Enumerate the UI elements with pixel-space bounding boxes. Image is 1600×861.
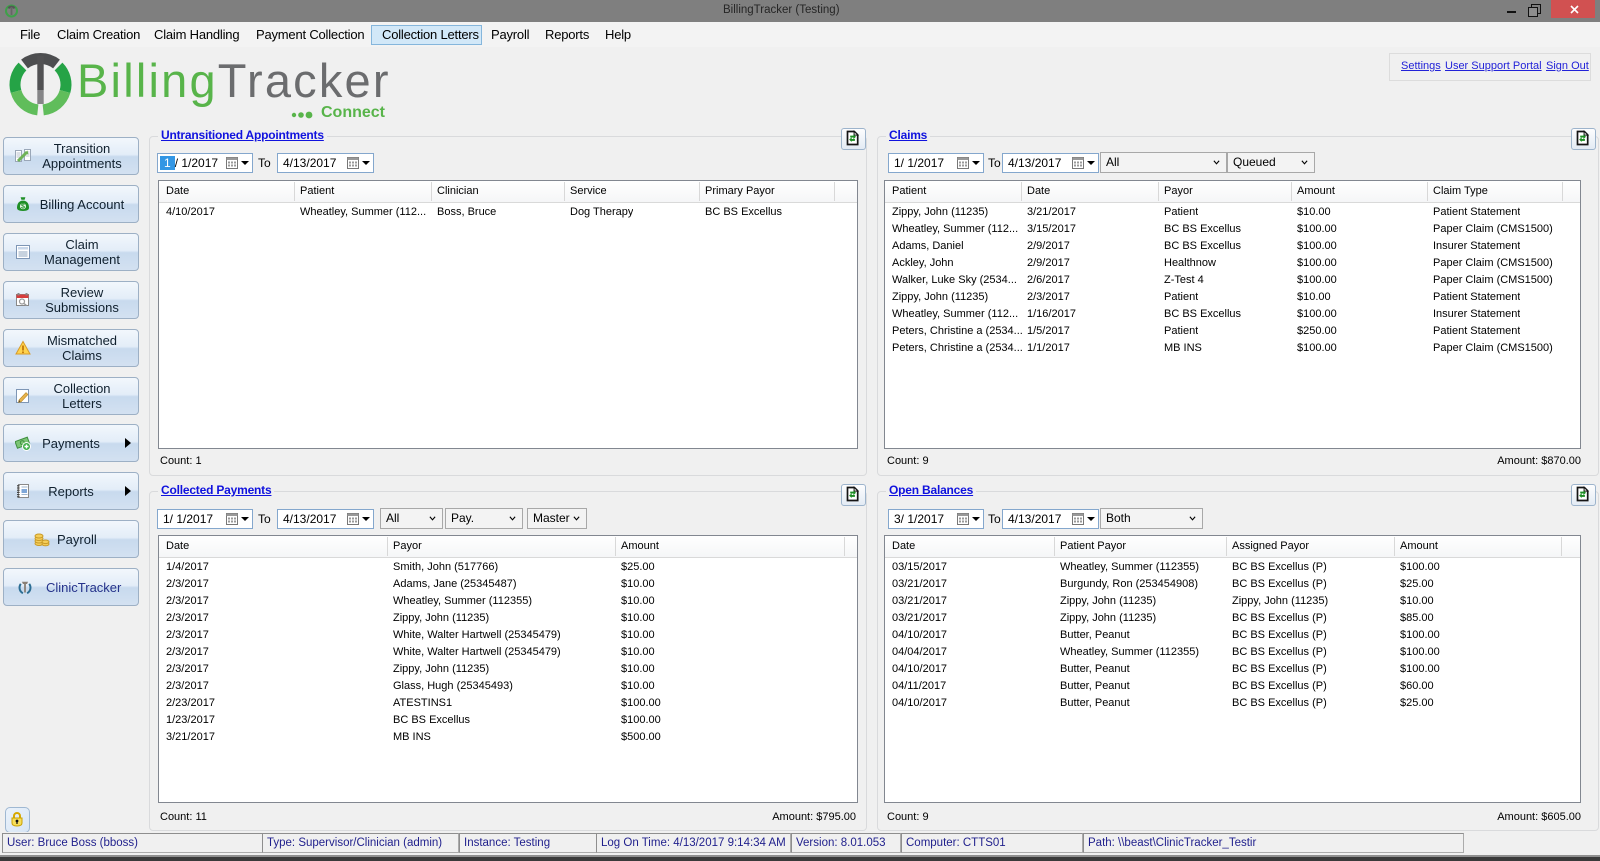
svg-text:$: $: [21, 204, 25, 211]
